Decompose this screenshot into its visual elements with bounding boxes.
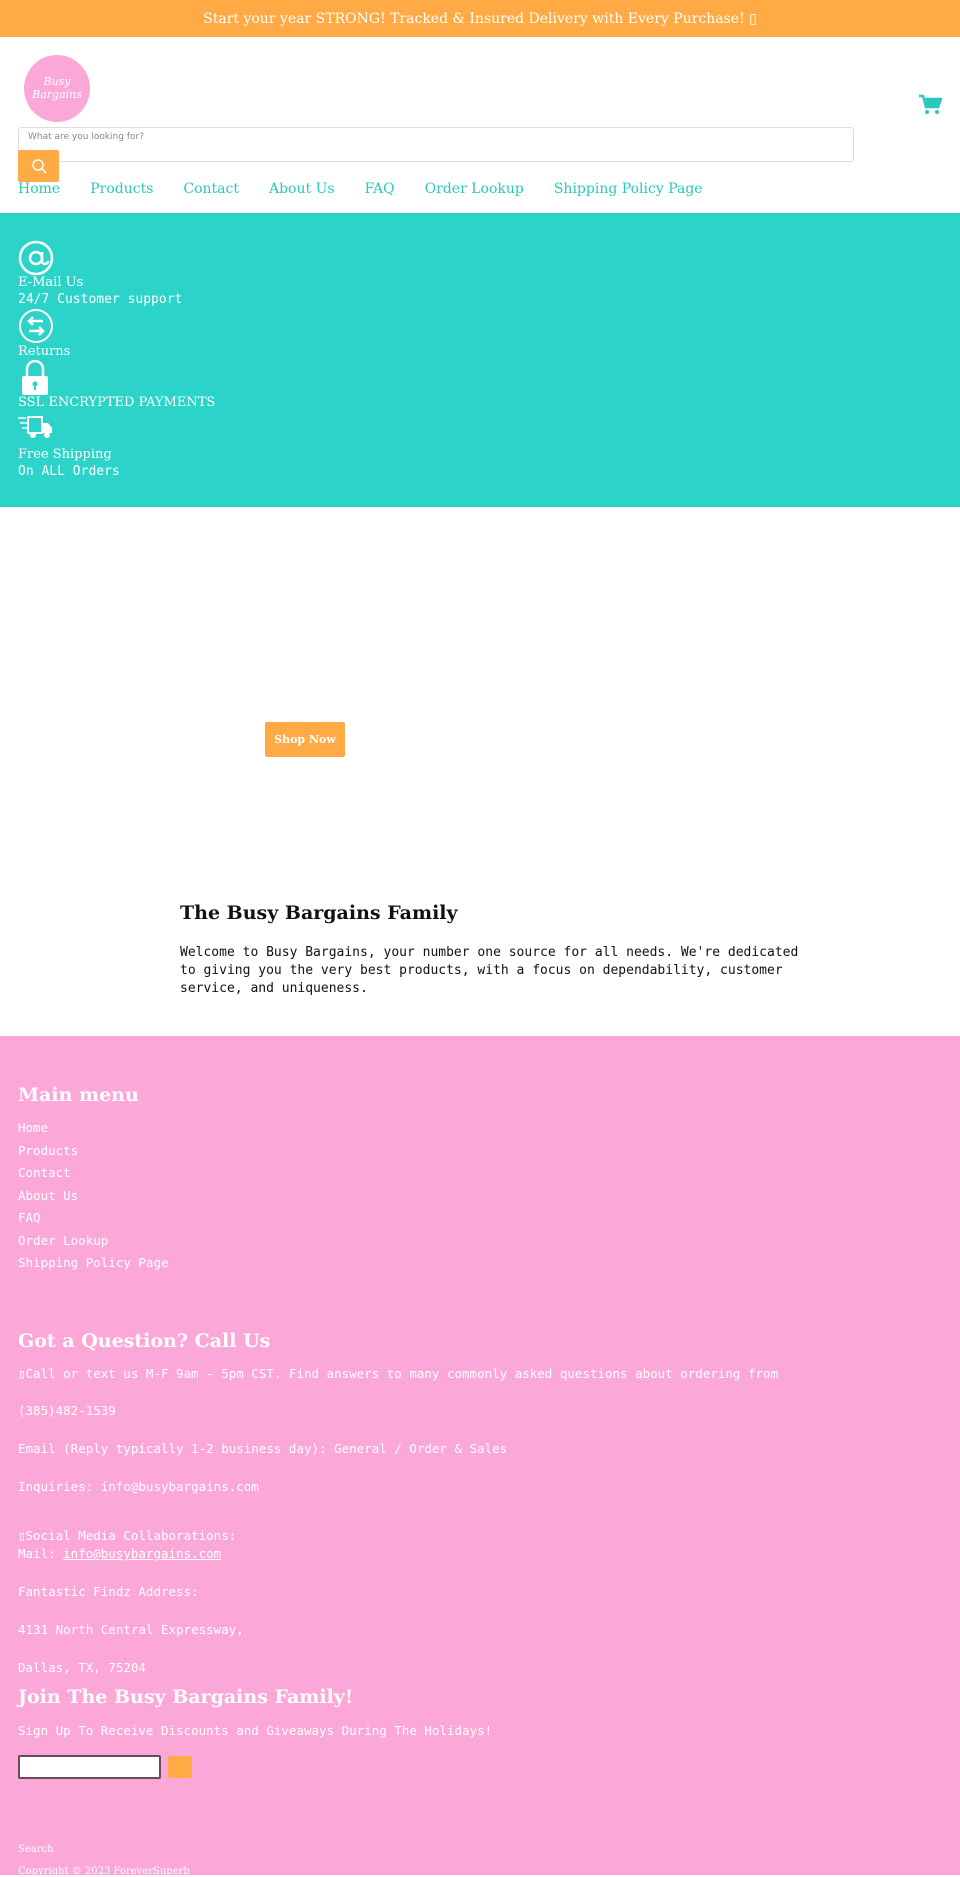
phone-number: (385)482-1539 [18, 1403, 116, 1418]
question-title: Got a Question? Call Us [18, 1330, 271, 1352]
feature-title: E-Mail Us [18, 275, 84, 290]
mail-label: Mail: [18, 1546, 64, 1561]
feature-title: Free Shipping [18, 447, 112, 462]
search-icon [31, 159, 47, 174]
feature-title: Returns [18, 344, 71, 359]
shop-now-button[interactable]: Shop Now [265, 722, 345, 757]
logo[interactable]: Busy Bargains [24, 55, 90, 122]
address-city: Dallas, TX, 75204 [18, 1660, 146, 1675]
feature-subtitle: 24/7 Customer support [18, 292, 183, 307]
footer-link-home[interactable]: Home [18, 1120, 48, 1135]
social-collab: ▯Social Media Collaborations: [18, 1528, 237, 1543]
features-section: E-Mail Us 24/7 Customer support Returns … [0, 213, 960, 507]
footer-menu-title: Main menu [18, 1084, 139, 1106]
mail-link[interactable]: info@busybargains.com [63, 1546, 221, 1561]
footer-link-order-lookup[interactable]: Order Lookup [18, 1233, 108, 1248]
returns-icon [19, 309, 53, 343]
nav-about-us[interactable]: About Us [269, 181, 335, 197]
feature-title: SSL ENCRYPTED PAYMENTS [18, 395, 216, 410]
about-body: Welcome to Busy Bargains, your number on… [180, 945, 799, 996]
cart-icon[interactable] [918, 94, 943, 120]
nav-order-lookup[interactable]: Order Lookup [425, 181, 524, 197]
truck-icon [18, 416, 52, 438]
search-button[interactable] [18, 150, 59, 182]
hero-banner [0, 507, 960, 870]
main-nav: Home Products Contact About Us FAQ Order… [18, 181, 703, 197]
footer-link-shipping[interactable]: Shipping Policy Page [18, 1255, 169, 1270]
footer-search-link[interactable]: Search [18, 1844, 54, 1855]
feature-subtitle: On ALL Orders [18, 464, 120, 479]
lock-icon [22, 360, 48, 395]
footer-link-products[interactable]: Products [18, 1143, 78, 1158]
nav-contact[interactable]: Contact [183, 181, 239, 197]
question-text: ▯Call or text us M-F 9am - 5pm CST. Find… [18, 1366, 779, 1381]
nav-products[interactable]: Products [90, 181, 153, 197]
nav-home[interactable]: Home [18, 181, 60, 197]
copyright: Copyright © 2023 ForeverSuperb [18, 1866, 190, 1877]
footer-link-contact[interactable]: Contact [18, 1165, 71, 1180]
address-label: Fantastic Findz Address: [18, 1584, 199, 1599]
footer-link-faq[interactable]: FAQ [18, 1210, 41, 1225]
footer: Main menu Home Products Contact About Us… [0, 1036, 960, 1877]
inquiries-email: Inquiries: info@busybargains.com [18, 1479, 259, 1494]
at-sign-icon [18, 240, 54, 276]
mail-line: Mail: info@busybargains.com [18, 1546, 221, 1561]
announcement-bar: Start your year STRONG! Tracked & Insure… [0, 0, 960, 37]
footer-link-about[interactable]: About Us [18, 1188, 78, 1203]
newsletter-email-input[interactable] [18, 1755, 161, 1779]
nav-faq[interactable]: FAQ [365, 181, 395, 197]
address-street: 4131 North Central Expressway, [18, 1622, 244, 1637]
about-title: The Busy Bargains Family [180, 902, 458, 924]
join-title: Join The Busy Bargains Family! [18, 1686, 354, 1708]
email-info: Email (Reply typically 1-2 business day)… [18, 1441, 508, 1456]
nav-shipping-policy[interactable]: Shipping Policy Page [554, 181, 703, 197]
search-input[interactable]: What are you looking for? [18, 127, 854, 162]
newsletter-submit-button[interactable] [168, 1756, 192, 1778]
join-text: Sign Up To Receive Discounts and Giveawa… [18, 1723, 493, 1738]
